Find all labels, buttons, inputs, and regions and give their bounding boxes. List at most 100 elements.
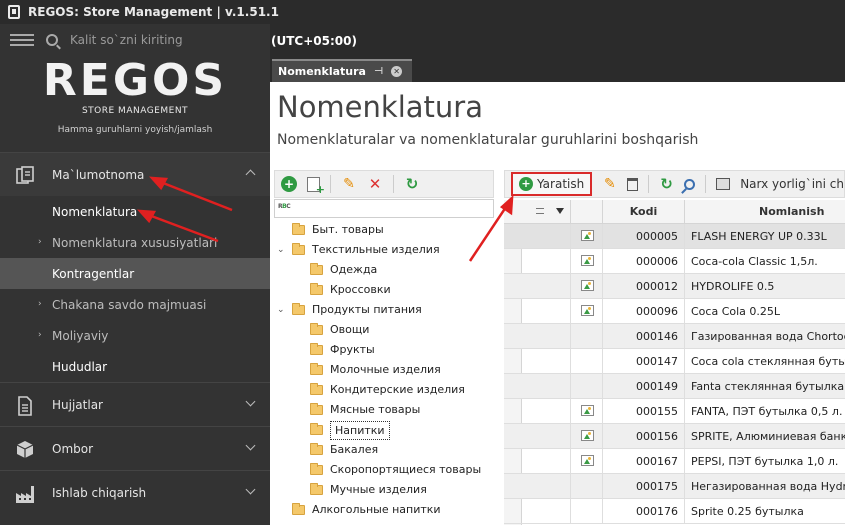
table-row[interactable]: 000006 Coca-cola Classic 1,5л. xyxy=(504,249,845,274)
logo-text: REGOS xyxy=(42,55,228,106)
search-item-button[interactable] xyxy=(684,178,695,190)
tree-toolbar: + ✎ ✕ ↻ xyxy=(274,170,494,198)
table-row[interactable]: 000146 Газированная вода Chortoq, xyxy=(504,324,845,349)
expand-chevron-icon[interactable]: ⌄ xyxy=(277,240,285,260)
plus-circle-icon: + xyxy=(519,177,533,191)
pin-icon[interactable]: ⊣ xyxy=(374,66,383,77)
tree-node[interactable]: Фрукты xyxy=(274,340,494,360)
filter-icon[interactable] xyxy=(556,208,564,214)
picture-icon xyxy=(581,255,594,266)
title-bar: REGOS: Store Management | v.1.51.1 xyxy=(0,0,845,24)
edit-item-button[interactable]: ✎ xyxy=(602,176,617,192)
tree-node[interactable]: Алкогольные напитки xyxy=(274,500,494,520)
sidebar-item-retail-complex[interactable]: › Chakana savdo majmuasi xyxy=(0,289,270,320)
code-cell: 000146 xyxy=(603,324,685,349)
add-group-button[interactable]: + xyxy=(281,176,297,192)
printer-icon[interactable] xyxy=(715,178,731,190)
folder-icon xyxy=(310,443,323,455)
name-cell: Негазированная вода Hydrol xyxy=(691,480,845,493)
tab-nomenklatura[interactable]: Nomenklatura ⊣ ✕ xyxy=(272,59,412,82)
sidebar-section-label: Hujjatlar xyxy=(52,397,103,412)
toolbar-separator xyxy=(393,175,394,193)
table-row[interactable]: 000155 FANTA, ПЭТ бутылка 0,5 л. xyxy=(504,399,845,424)
sidebar-item-nomenklatura-properties[interactable]: › Nomenklatura xususiyatlari xyxy=(0,227,270,258)
table-row[interactable]: 000012 HYDROLIFE 0.5 xyxy=(504,274,845,299)
table-row[interactable]: 000147 Coca cola стеклянная бутылк xyxy=(504,349,845,374)
folder-icon xyxy=(310,423,323,435)
expand-collapse-all-groups[interactable]: Hamma guruhlarni yoyish/jamlash xyxy=(0,125,270,135)
table-row[interactable]: 000156 SPRITE, Алюминиевая банка xyxy=(504,424,845,449)
table-row[interactable]: 000176 Sprite 0.25 бутылка xyxy=(504,499,845,524)
tree-node[interactable]: Кондитерские изделия xyxy=(274,380,494,400)
tree-node[interactable]: Овощи xyxy=(274,320,494,340)
tree-node[interactable]: Напитки xyxy=(274,420,494,440)
grid-header-code[interactable]: Kodi xyxy=(603,200,685,224)
sidebar-item-regions[interactable]: Hududlar xyxy=(0,351,270,382)
code-cell: 000176 xyxy=(603,499,685,524)
folder-icon xyxy=(292,303,305,315)
image-cell xyxy=(571,249,603,274)
print-price-label-button[interactable]: Narx yorlig`ini ch xyxy=(740,177,844,191)
row-spacer-cell xyxy=(522,299,571,324)
sidebar-item-label: Chakana savdo majmuasi xyxy=(52,297,207,312)
tree-node-label: Быт. товары xyxy=(312,223,384,236)
table-row[interactable]: 000096 Coca Cola 0.25L xyxy=(504,299,845,324)
image-cell xyxy=(571,449,603,474)
sidebar-section-warehouse[interactable]: Ombor xyxy=(0,426,270,470)
tree-node-label: Мучные изделия xyxy=(330,483,427,496)
refresh-tree-button[interactable]: ↻ xyxy=(404,175,420,193)
create-button[interactable]: + Yaratish xyxy=(511,172,593,196)
chevron-up-icon xyxy=(245,169,256,180)
table-row[interactable]: 000149 Fanta стеклянная бутылка 0,2 xyxy=(504,374,845,399)
tree-node-label: Бакалея xyxy=(330,443,379,456)
sidebar-section-label: Ishlab chiqarish xyxy=(52,485,147,500)
chevron-right-icon: › xyxy=(38,299,42,309)
sort-icon[interactable] xyxy=(536,208,544,214)
grid-header-tools xyxy=(504,200,571,224)
image-cell xyxy=(571,474,603,499)
delete-item-button[interactable] xyxy=(627,177,639,191)
code-cell: 000155 xyxy=(603,399,685,424)
refresh-grid-button[interactable]: ↻ xyxy=(659,175,674,193)
add-subgroup-button[interactable] xyxy=(307,176,325,196)
tree-node[interactable]: Скоропортящиеся товары xyxy=(274,460,494,480)
edit-group-button[interactable]: ✎ xyxy=(341,176,357,192)
window-title: REGOS: Store Management | v.1.51.1 xyxy=(28,5,279,19)
table-row[interactable]: 000175 Негазированная вода Hydrol xyxy=(504,474,845,499)
grid-header-name[interactable]: Nomlanish xyxy=(685,200,845,224)
name-cell: Fanta стеклянная бутылка 0,2 xyxy=(691,380,845,393)
sidebar-section-production[interactable]: Ishlab chiqarish xyxy=(0,470,270,514)
tab-label: Nomenklatura xyxy=(278,65,366,78)
tree-node[interactable]: Одежда xyxy=(274,260,494,280)
search-input[interactable]: Kalit so`zni kiriting xyxy=(70,33,183,47)
toolbar-separator xyxy=(648,175,649,193)
tree-node[interactable]: Молочные изделия xyxy=(274,360,494,380)
sidebar-section-documents[interactable]: Hujjatlar xyxy=(0,382,270,426)
sidebar-item-contragents[interactable]: Kontragentlar xyxy=(0,258,270,289)
code-cell: 000156 xyxy=(603,424,685,449)
tree-node[interactable]: Мясные товары xyxy=(274,400,494,420)
sidebar-section-reference[interactable]: Ma`lumotnoma xyxy=(0,152,270,196)
image-cell xyxy=(571,299,603,324)
tree-node[interactable]: Бакалея xyxy=(274,440,494,460)
table-row[interactable]: 000167 PEPSI, ПЭТ бутылка 1,0 л. xyxy=(504,449,845,474)
close-icon[interactable]: ✕ xyxy=(391,66,403,77)
tree-node[interactable]: Кроссовки xyxy=(274,280,494,300)
tree-node[interactable]: ⌄ Текстильные изделия xyxy=(274,240,494,260)
tree-node[interactable]: Быт. товары xyxy=(274,220,494,240)
tree-filter-input[interactable]: RBC xyxy=(274,199,494,218)
expand-chevron-icon[interactable]: ⌄ xyxy=(277,300,285,320)
image-cell xyxy=(571,349,603,374)
hamburger-menu-icon[interactable] xyxy=(10,34,34,46)
folder-icon xyxy=(292,243,305,255)
delete-group-button[interactable]: ✕ xyxy=(367,175,383,193)
grid-toolbar: + Yaratish ✎ ↻ Narx yorlig`ini ch xyxy=(504,170,845,198)
logo: REGOS STORE MANAGEMENT Hamma guruhlarni … xyxy=(0,55,270,136)
sidebar-item-nomenklatura[interactable]: Nomenklatura xyxy=(0,196,270,227)
name-cell: Coca cola стеклянная бутылк xyxy=(691,355,845,368)
tree-node[interactable]: Мучные изделия xyxy=(274,480,494,500)
sidebar-item-financial[interactable]: › Moliyaviy xyxy=(0,320,270,351)
table-row[interactable]: 000005 FLASH ENERGY UP 0.33L xyxy=(504,224,845,249)
tree-node[interactable]: ⌄ Продукты питания xyxy=(274,300,494,320)
sidebar-menu: Ma`lumotnoma Nomenklatura › Nomenklatura… xyxy=(0,152,270,514)
